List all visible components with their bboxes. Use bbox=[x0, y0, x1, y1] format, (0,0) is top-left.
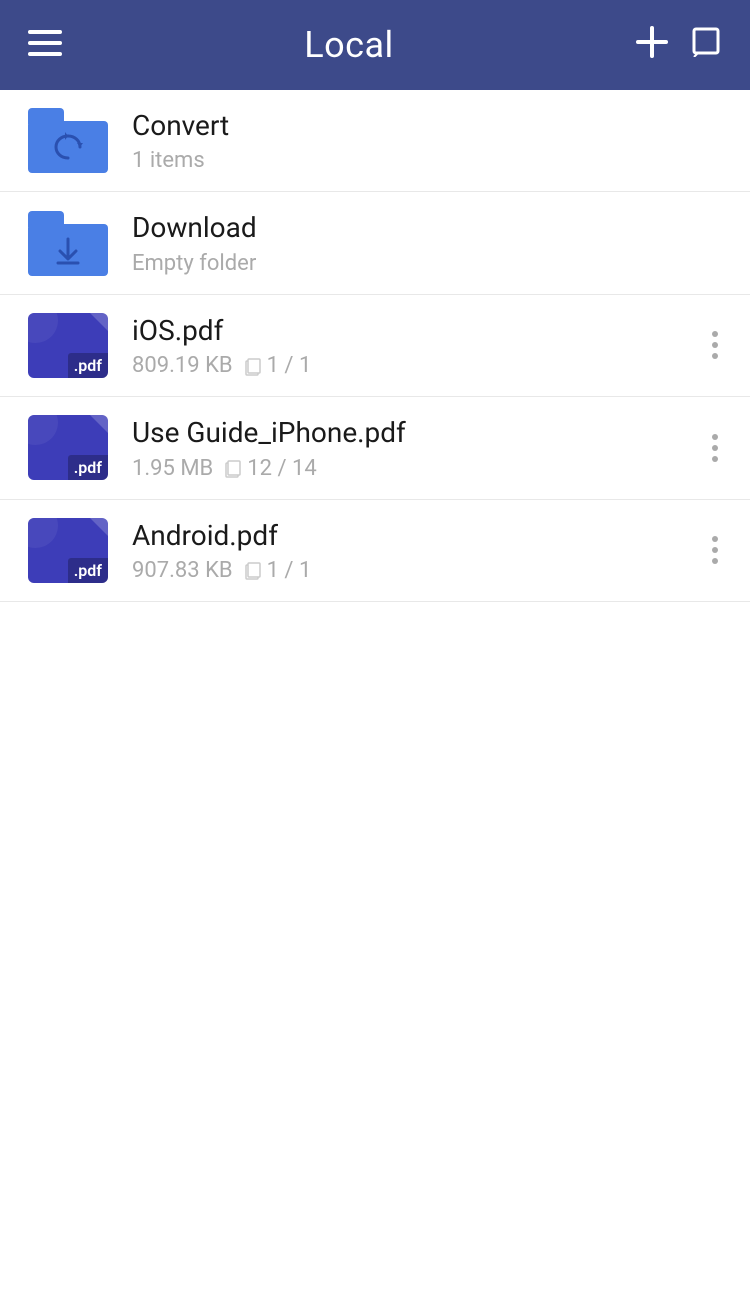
file-size: 907.83 KB bbox=[132, 558, 233, 583]
file-meta: 1 items bbox=[132, 148, 722, 173]
list-item[interactable]: Convert 1 items bbox=[0, 90, 750, 192]
list-item[interactable]: .pdf Use Guide_iPhone.pdf 1.95 MB 12 / 1… bbox=[0, 397, 750, 499]
app-header: Local bbox=[0, 0, 750, 90]
file-name: Download bbox=[132, 210, 722, 246]
file-meta: Empty folder bbox=[132, 251, 722, 276]
file-info: Use Guide_iPhone.pdf 1.95 MB 12 / 14 bbox=[132, 415, 708, 480]
file-info: Convert 1 items bbox=[132, 108, 722, 173]
page-title: Local bbox=[304, 24, 394, 66]
pdf-file-icon: .pdf bbox=[28, 518, 108, 583]
file-info: Android.pdf 907.83 KB 1 / 1 bbox=[132, 518, 708, 583]
page-count: 1 / 1 bbox=[243, 353, 312, 378]
more-options-button[interactable] bbox=[708, 315, 722, 375]
file-name: Use Guide_iPhone.pdf bbox=[132, 415, 708, 451]
file-size: 809.19 KB bbox=[132, 353, 233, 378]
header-actions bbox=[636, 26, 722, 64]
file-size: 1.95 MB bbox=[132, 456, 213, 481]
file-info: iOS.pdf 809.19 KB 1 / 1 bbox=[132, 313, 708, 378]
more-options-button[interactable] bbox=[708, 418, 722, 478]
add-button[interactable] bbox=[636, 26, 668, 64]
edit-button[interactable] bbox=[692, 27, 722, 63]
more-options-button[interactable] bbox=[708, 520, 722, 580]
file-meta: 1.95 MB 12 / 14 bbox=[132, 456, 708, 481]
file-list: Convert 1 items Download Em bbox=[0, 90, 750, 602]
pdf-file-icon: .pdf bbox=[28, 313, 108, 378]
file-name: Convert bbox=[132, 108, 722, 144]
list-item[interactable]: .pdf iOS.pdf 809.19 KB 1 / 1 bbox=[0, 295, 750, 397]
pdf-file-icon: .pdf bbox=[28, 415, 108, 480]
file-name: iOS.pdf bbox=[132, 313, 708, 349]
folder-icon bbox=[28, 108, 108, 173]
file-meta: 907.83 KB 1 / 1 bbox=[132, 558, 708, 583]
file-info: Download Empty folder bbox=[132, 210, 722, 275]
folder-icon bbox=[28, 211, 108, 276]
list-item[interactable]: .pdf Android.pdf 907.83 KB 1 / 1 bbox=[0, 500, 750, 602]
file-name: Android.pdf bbox=[132, 518, 708, 554]
file-meta: 809.19 KB 1 / 1 bbox=[132, 353, 708, 378]
page-count: 12 / 14 bbox=[223, 456, 316, 481]
menu-icon[interactable] bbox=[28, 30, 62, 61]
page-count: 1 / 1 bbox=[243, 558, 312, 583]
list-item[interactable]: Download Empty folder bbox=[0, 192, 750, 294]
